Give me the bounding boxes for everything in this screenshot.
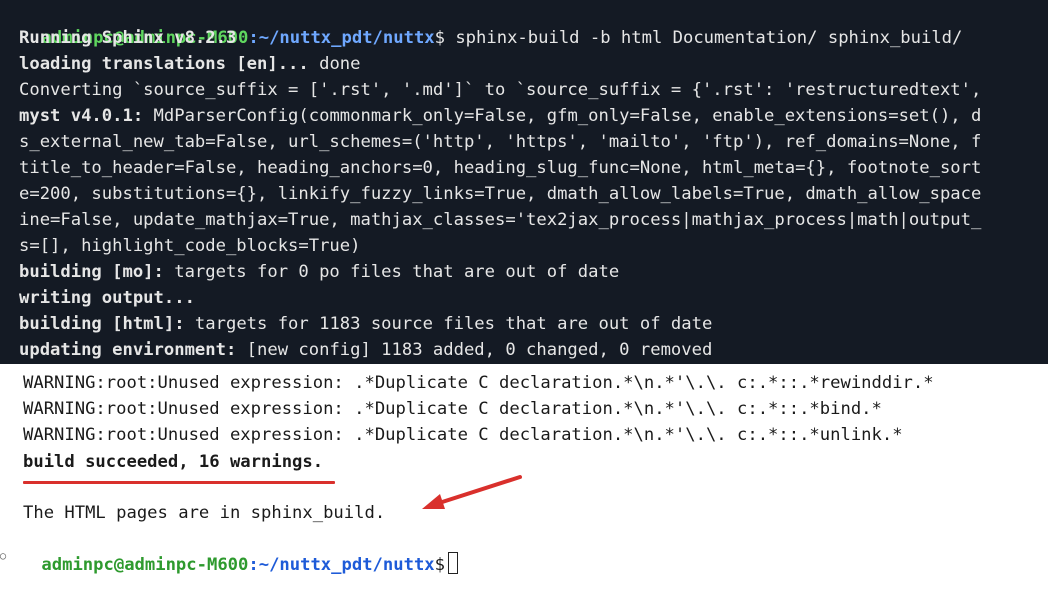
- output-line-text: ine=False, update_mathjax=True, mathjax_…: [19, 210, 982, 230]
- output-line: myst v4.0.1: MdParserConfig(commonmark_o…: [19, 103, 1048, 129]
- red-underline-annotation: [23, 481, 335, 484]
- red-arrow-icon: [422, 475, 522, 509]
- output-line-label: Running Sphinx v8.2.3: [19, 28, 237, 48]
- bottom-prompt-line[interactable]: adminpc@adminpc-M600:~/nuttx_pdt/nuttx$: [0, 526, 458, 575]
- output-line-label: updating environment:: [19, 340, 247, 360]
- output-line: ine=False, update_mathjax=True, mathjax_…: [19, 207, 1048, 233]
- output-line-text: done: [319, 54, 361, 74]
- output-line-text: s_external_new_tab=False, url_schemes=('…: [19, 132, 982, 152]
- output-line-label: myst v4.0.1:: [19, 106, 154, 126]
- output-line-text: targets for 0 po files that are out of d…: [174, 262, 620, 282]
- prompt-symbol: $: [434, 555, 445, 575]
- output-line: Running Sphinx v8.2.3: [19, 25, 1048, 51]
- output-line-label: building [html]:: [19, 314, 195, 334]
- output-line-text: [new config] 1183 added, 0 changed, 0 re…: [246, 340, 713, 360]
- output-line-text: e=200, substitutions={}, linkify_fuzzy_l…: [19, 184, 982, 204]
- output-line-text: MdParserConfig(commonmark_only=False, gf…: [153, 106, 982, 126]
- command-line: adminpc@adminpc-M600:~/nuttx_pdt/nuttx$ …: [0, 0, 962, 48]
- output-line: writing output...: [19, 285, 1048, 311]
- output-line: updating environment: [new config] 1183 …: [19, 337, 1048, 363]
- output-line: s_external_new_tab=False, url_schemes=('…: [19, 129, 1048, 155]
- output-line: e=200, substitutions={}, linkify_fuzzy_l…: [19, 181, 1048, 207]
- output-line-text: Converting `source_suffix = ['.rst', '.m…: [19, 80, 982, 100]
- build-result: build succeeded, 16 warnings.: [23, 452, 324, 472]
- output-line: building [html]: targets for 1183 source…: [19, 311, 1048, 337]
- output-line: s=[], highlight_code_blocks=True): [19, 233, 1048, 259]
- output-line: title_to_header=False, heading_anchors=0…: [19, 155, 1048, 181]
- output-line-text: title_to_header=False, heading_anchors=0…: [19, 158, 982, 178]
- output-line: building [mo]: targets for 0 po files th…: [19, 259, 1048, 285]
- output-line-text: s=[], highlight_code_blocks=True): [19, 236, 361, 256]
- warning-line: WARNING:root:Unused expression: .*Duplic…: [23, 399, 882, 419]
- output-line: loading translations [en]... done: [19, 51, 1048, 77]
- prompt-path: :~/nuttx_pdt/nuttx: [248, 555, 435, 575]
- output-line: Converting `source_suffix = ['.rst', '.m…: [19, 77, 1048, 103]
- terminal-top-panel[interactable]: adminpc@adminpc-M600:~/nuttx_pdt/nuttx$ …: [0, 0, 1048, 364]
- text-cursor[interactable]: [448, 552, 458, 574]
- warning-line: WARNING:root:Unused expression: .*Duplic…: [23, 373, 934, 393]
- output-line-text: targets for 1183 source files that are o…: [194, 314, 713, 334]
- output-line-label: loading translations [en]...: [19, 54, 320, 74]
- warning-line: WARNING:root:Unused expression: .*Duplic…: [23, 425, 903, 445]
- html-location-text: The HTML pages are in sphinx_build.: [23, 503, 386, 523]
- terminal-marker-icon: ◯: [0, 551, 7, 562]
- prompt-user-host: adminpc@adminpc-M600: [41, 555, 249, 575]
- output-line-label: writing output...: [19, 288, 206, 308]
- output-line-label: building [mo]:: [19, 262, 175, 282]
